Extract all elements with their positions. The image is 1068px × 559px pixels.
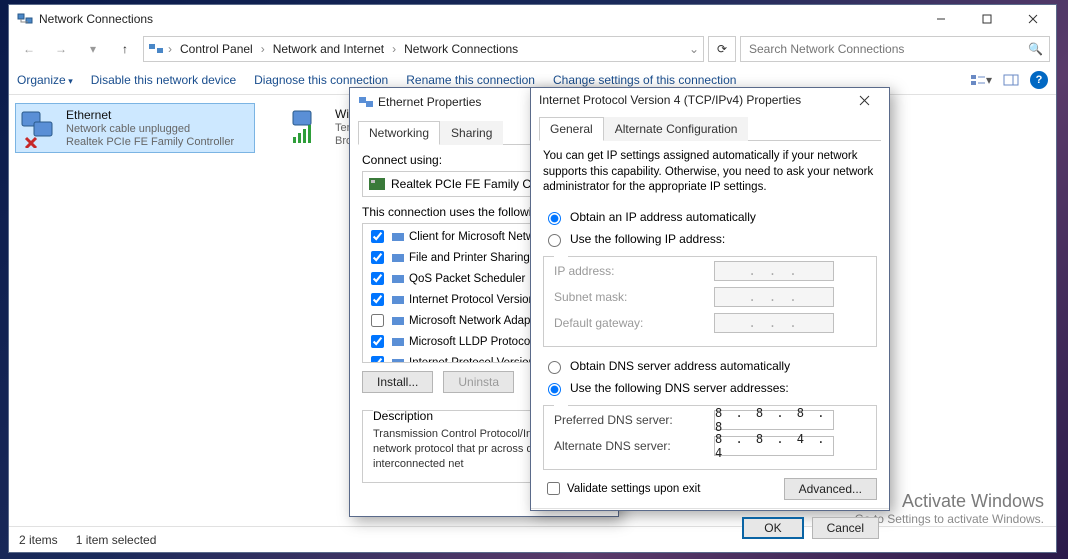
connection-item-ethernet[interactable]: Ethernet Network cable unplugged Realtek… (15, 103, 255, 153)
validate-checkbox[interactable]: Validate settings upon exit (543, 478, 700, 499)
radio-ip-manual-input[interactable] (548, 234, 561, 247)
component-icon (391, 252, 405, 264)
component-checkbox[interactable] (371, 251, 384, 264)
maximize-button[interactable] (964, 5, 1010, 33)
close-button[interactable] (847, 88, 881, 112)
rename-connection[interactable]: Rename this connection (406, 73, 535, 87)
wifi-icon (289, 107, 329, 147)
network-icon (148, 41, 164, 57)
organize-menu[interactable]: Organize (17, 73, 73, 87)
change-settings[interactable]: Change settings of this connection (553, 73, 736, 87)
adapter-icon (358, 94, 374, 110)
tab-bar: General Alternate Configuration (539, 116, 881, 141)
subnet-mask-input: . . . (714, 287, 834, 307)
breadcrumb-item[interactable]: Network Connections (400, 40, 522, 58)
search-box[interactable]: 🔍 (740, 36, 1050, 62)
component-icon (391, 315, 405, 327)
component-checkbox[interactable] (371, 272, 384, 285)
radio-dns-auto[interactable]: Obtain DNS server address automatically (543, 355, 877, 377)
back-button[interactable]: ← (15, 35, 43, 63)
component-icon (391, 357, 405, 364)
component-icon (391, 231, 405, 243)
up-button[interactable]: ↑ (111, 35, 139, 63)
search-icon: 🔍 (1028, 42, 1043, 56)
component-checkbox[interactable] (371, 335, 384, 348)
tab-networking[interactable]: Networking (358, 121, 440, 145)
component-checkbox[interactable] (371, 356, 384, 363)
ip-address-input: . . . (714, 261, 834, 281)
ethernet-icon (20, 108, 60, 148)
connection-name: Ethernet (66, 108, 234, 122)
help-icon[interactable]: ? (1030, 71, 1048, 89)
info-text: You can get IP settings assigned automat… (543, 149, 877, 196)
window-titlebar: Network Connections (9, 5, 1056, 33)
component-checkbox[interactable] (371, 230, 384, 243)
install-button[interactable]: Install... (362, 371, 433, 393)
subnet-mask-label: Subnet mask: (554, 290, 714, 304)
radio-dns-manual-input[interactable] (548, 383, 561, 396)
validate-checkbox-input[interactable] (547, 482, 560, 495)
component-label: QoS Packet Scheduler (409, 273, 525, 285)
radio-dns-manual[interactable]: Use the following DNS server addresses: (543, 377, 877, 399)
diagnose-connection[interactable]: Diagnose this connection (254, 73, 388, 87)
alternate-dns-input[interactable]: 8 . 8 . 4 . 4 (714, 436, 834, 456)
component-label: Microsoft Network Adapter (409, 315, 544, 327)
preferred-dns-input[interactable]: 8 . 8 . 8 . 8 (714, 410, 834, 430)
view-options-icon[interactable]: ▾ (970, 69, 992, 91)
component-checkbox[interactable] (371, 314, 384, 327)
component-label: Internet Protocol Version 4 (409, 294, 545, 306)
default-gateway-label: Default gateway: (554, 316, 714, 330)
window-buttons (918, 5, 1056, 33)
status-item-count: 2 items (19, 533, 58, 547)
component-label: Internet Protocol Version 6 (409, 357, 545, 364)
breadcrumb-item[interactable]: Control Panel (176, 40, 257, 58)
preferred-dns-label: Preferred DNS server: (554, 413, 714, 427)
default-gateway-input: . . . (714, 313, 834, 333)
ip-address-label: IP address: (554, 264, 714, 278)
close-button[interactable] (1010, 5, 1056, 33)
tab-sharing[interactable]: Sharing (440, 121, 503, 145)
component-icon (391, 273, 405, 285)
ok-button[interactable]: OK (742, 517, 803, 539)
cancel-button[interactable]: Cancel (812, 517, 879, 539)
recent-dropdown[interactable]: ▾ (79, 35, 107, 63)
breadcrumb-item[interactable]: Network and Internet (269, 40, 388, 58)
forward-button[interactable]: → (47, 35, 75, 63)
refresh-button[interactable]: ⟳ (708, 36, 736, 62)
component-icon (391, 336, 405, 348)
radio-ip-manual[interactable]: Use the following IP address: (543, 228, 877, 250)
disable-device[interactable]: Disable this network device (91, 73, 236, 87)
radio-ip-auto[interactable]: Obtain an IP address automatically (543, 206, 877, 228)
status-selection: 1 item selected (76, 533, 157, 547)
component-label: File and Printer Sharing for (409, 252, 546, 264)
breadcrumb[interactable]: › Control Panel › Network and Internet ›… (143, 36, 704, 62)
window-title: Network Connections (39, 12, 918, 26)
search-input[interactable] (747, 41, 1022, 57)
tab-general[interactable]: General (539, 117, 604, 141)
component-icon (391, 294, 405, 306)
connection-status: Network cable unplugged (66, 123, 234, 135)
uninstall-button[interactable]: Uninsta (443, 371, 514, 393)
radio-dns-auto-input[interactable] (548, 361, 561, 374)
minimize-button[interactable] (918, 5, 964, 33)
tab-alternate[interactable]: Alternate Configuration (604, 117, 749, 141)
network-icon (17, 11, 33, 27)
chevron-down-icon[interactable]: ⌄ (689, 42, 699, 56)
dialog-title: Internet Protocol Version 4 (TCP/IPv4) P… (539, 93, 847, 107)
advanced-button[interactable]: Advanced... (784, 478, 877, 500)
preview-pane-icon[interactable] (1000, 69, 1022, 91)
nic-icon (369, 178, 385, 190)
component-checkbox[interactable] (371, 293, 384, 306)
address-bar: ← → ▾ ↑ › Control Panel › Network and In… (9, 33, 1056, 65)
dialog-buttons: OK Cancel (531, 508, 889, 547)
dialog-titlebar: Internet Protocol Version 4 (TCP/IPv4) P… (531, 88, 889, 112)
connection-device: Realtek PCIe FE Family Controller (66, 136, 234, 148)
ipv4-properties-dialog: Internet Protocol Version 4 (TCP/IPv4) P… (530, 87, 890, 511)
radio-ip-auto-input[interactable] (548, 212, 561, 225)
alternate-dns-label: Alternate DNS server: (554, 439, 714, 453)
